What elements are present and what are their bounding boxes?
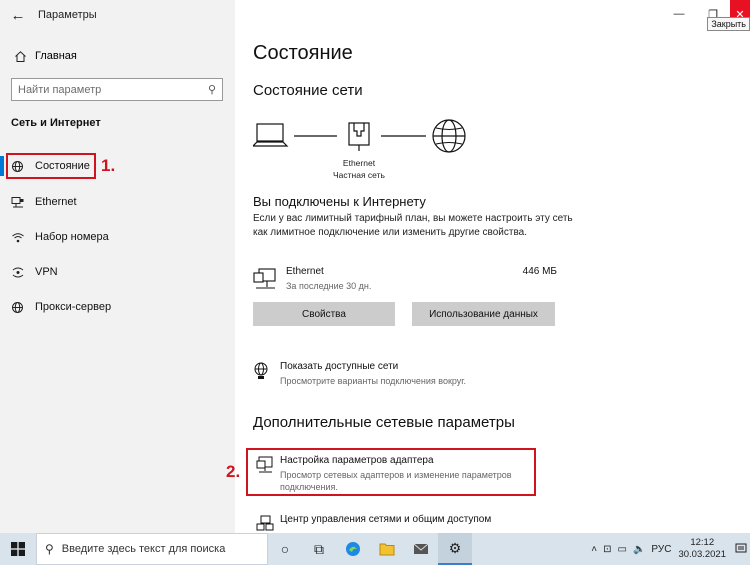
search-icon: ⚲ [45, 542, 54, 556]
connected-description: Если у вас лимитный тарифный план, вы мо… [253, 213, 573, 238]
adapter-name: Ethernet [286, 266, 324, 277]
advanced-settings-heading: Дополнительные сетевые параметры [253, 414, 515, 431]
sidebar-item-dialup[interactable]: Набор номера [0, 223, 235, 251]
highlight-box-adapter-settings [246, 448, 536, 496]
diagram-adapter-name: Ethernet [342, 158, 376, 168]
tray-monitor-icon[interactable]: ▭ [618, 544, 627, 555]
file-explorer-icon[interactable] [370, 533, 404, 565]
taskbar-clock[interactable]: 12:12 30.03.2021 [678, 537, 726, 561]
diagram-network-type: Частная сеть [333, 170, 385, 180]
network-sharing-icon [256, 515, 274, 533]
adapter-usage-row: Ethernet За последние 30 дн. 446 МБ [253, 266, 557, 296]
settings-search-input[interactable] [18, 83, 198, 96]
dialup-icon [11, 231, 33, 244]
show-networks-link[interactable]: Показать доступные сети Просмотрите вари… [253, 361, 553, 391]
internet-globe-icon [432, 119, 466, 153]
adapter-usage: 446 МБ [522, 266, 557, 277]
sharing-center-link[interactable]: Центр управления сетями и общим доступом [253, 514, 553, 533]
title-bar: ← Параметры [0, 0, 235, 30]
taskbar-search-box[interactable]: ⚲ Введите здесь текст для поиска [36, 533, 268, 565]
minimize-icon[interactable]: — [662, 0, 696, 28]
ethernet-adapter-icon [348, 122, 370, 151]
data-usage-button[interactable]: Использование данных [412, 302, 555, 326]
system-tray: ˄ ⊡ ▭ 🔈 РУС 12:12 30.03.2021 [588, 533, 750, 565]
show-networks-subtitle: Просмотрите варианты подключения вокруг. [280, 376, 466, 386]
sidebar-item-label: Ethernet [35, 196, 77, 208]
network-status-heading: Состояние сети [253, 82, 363, 99]
page-title: Состояние [253, 42, 353, 64]
computer-icon [253, 123, 289, 147]
close-tooltip: Закрыть [707, 17, 750, 31]
step-marker-2: 2. [226, 462, 241, 481]
notification-icon[interactable] [732, 533, 750, 565]
sidebar-item-vpn[interactable]: VPN [0, 258, 235, 286]
globe-icon [11, 301, 33, 314]
settings-search-box[interactable]: ⚲ [11, 78, 223, 101]
taskbar-search-placeholder: Введите здесь текст для поиска [61, 543, 226, 555]
sidebar-item-label: Прокси-сервер [35, 301, 112, 313]
properties-button[interactable]: Свойства [253, 302, 395, 326]
taskbar: ⚲ Введите здесь текст для поиска ○ ⧉ ⚙ ˄… [0, 533, 750, 565]
sidebar-item-label: Набор номера [35, 231, 109, 243]
mail-icon[interactable] [404, 533, 438, 565]
connected-title: Вы подключены к Интернету [253, 194, 426, 209]
windows-logo-icon [11, 542, 25, 556]
tray-language[interactable]: РУС [651, 544, 671, 555]
clock-date: 30.03.2021 [678, 549, 726, 560]
home-link[interactable]: Главная [10, 46, 77, 66]
sharing-center-title: Центр управления сетями и общим доступом [280, 514, 492, 525]
start-button[interactable] [0, 533, 36, 565]
section-title: Сеть и Интернет [11, 117, 101, 129]
sidebar-item-ethernet[interactable]: Ethernet [0, 188, 235, 216]
tray-volume-icon[interactable]: 🔈 [633, 544, 645, 555]
sidebar-item-proxy[interactable]: Прокси-сервер [0, 293, 235, 321]
globe-icon [253, 362, 269, 385]
highlight-box-status [6, 153, 96, 179]
app-title: Параметры [38, 9, 97, 21]
tray-network-icon[interactable]: ⊡ [603, 544, 611, 555]
network-diagram: Ethernet Частная сеть [253, 118, 483, 182]
cortana-icon[interactable]: ○ [268, 533, 302, 565]
step-marker-1: 1. [101, 156, 116, 175]
sidebar: ← Параметры Главная ⚲ Сеть и Интернет Со… [0, 0, 235, 533]
sidebar-item-label: VPN [35, 266, 58, 278]
task-view-icon[interactable]: ⧉ [302, 533, 336, 565]
edge-icon[interactable] [336, 533, 370, 565]
settings-gear-icon[interactable]: ⚙ [438, 533, 472, 565]
vpn-icon [11, 266, 33, 279]
show-networks-title: Показать доступные сети [280, 361, 399, 372]
home-icon [10, 50, 30, 63]
adapter-period: За последние 30 дн. [286, 281, 372, 291]
back-arrow-icon[interactable]: ← [3, 0, 33, 30]
ethernet-icon [11, 196, 33, 209]
tray-chevron-icon[interactable]: ˄ [591, 544, 597, 555]
search-icon[interactable]: ⚲ [208, 83, 216, 96]
home-label: Главная [35, 50, 77, 62]
clock-time: 12:12 [690, 537, 715, 548]
ethernet-adapter-icon [253, 268, 277, 295]
